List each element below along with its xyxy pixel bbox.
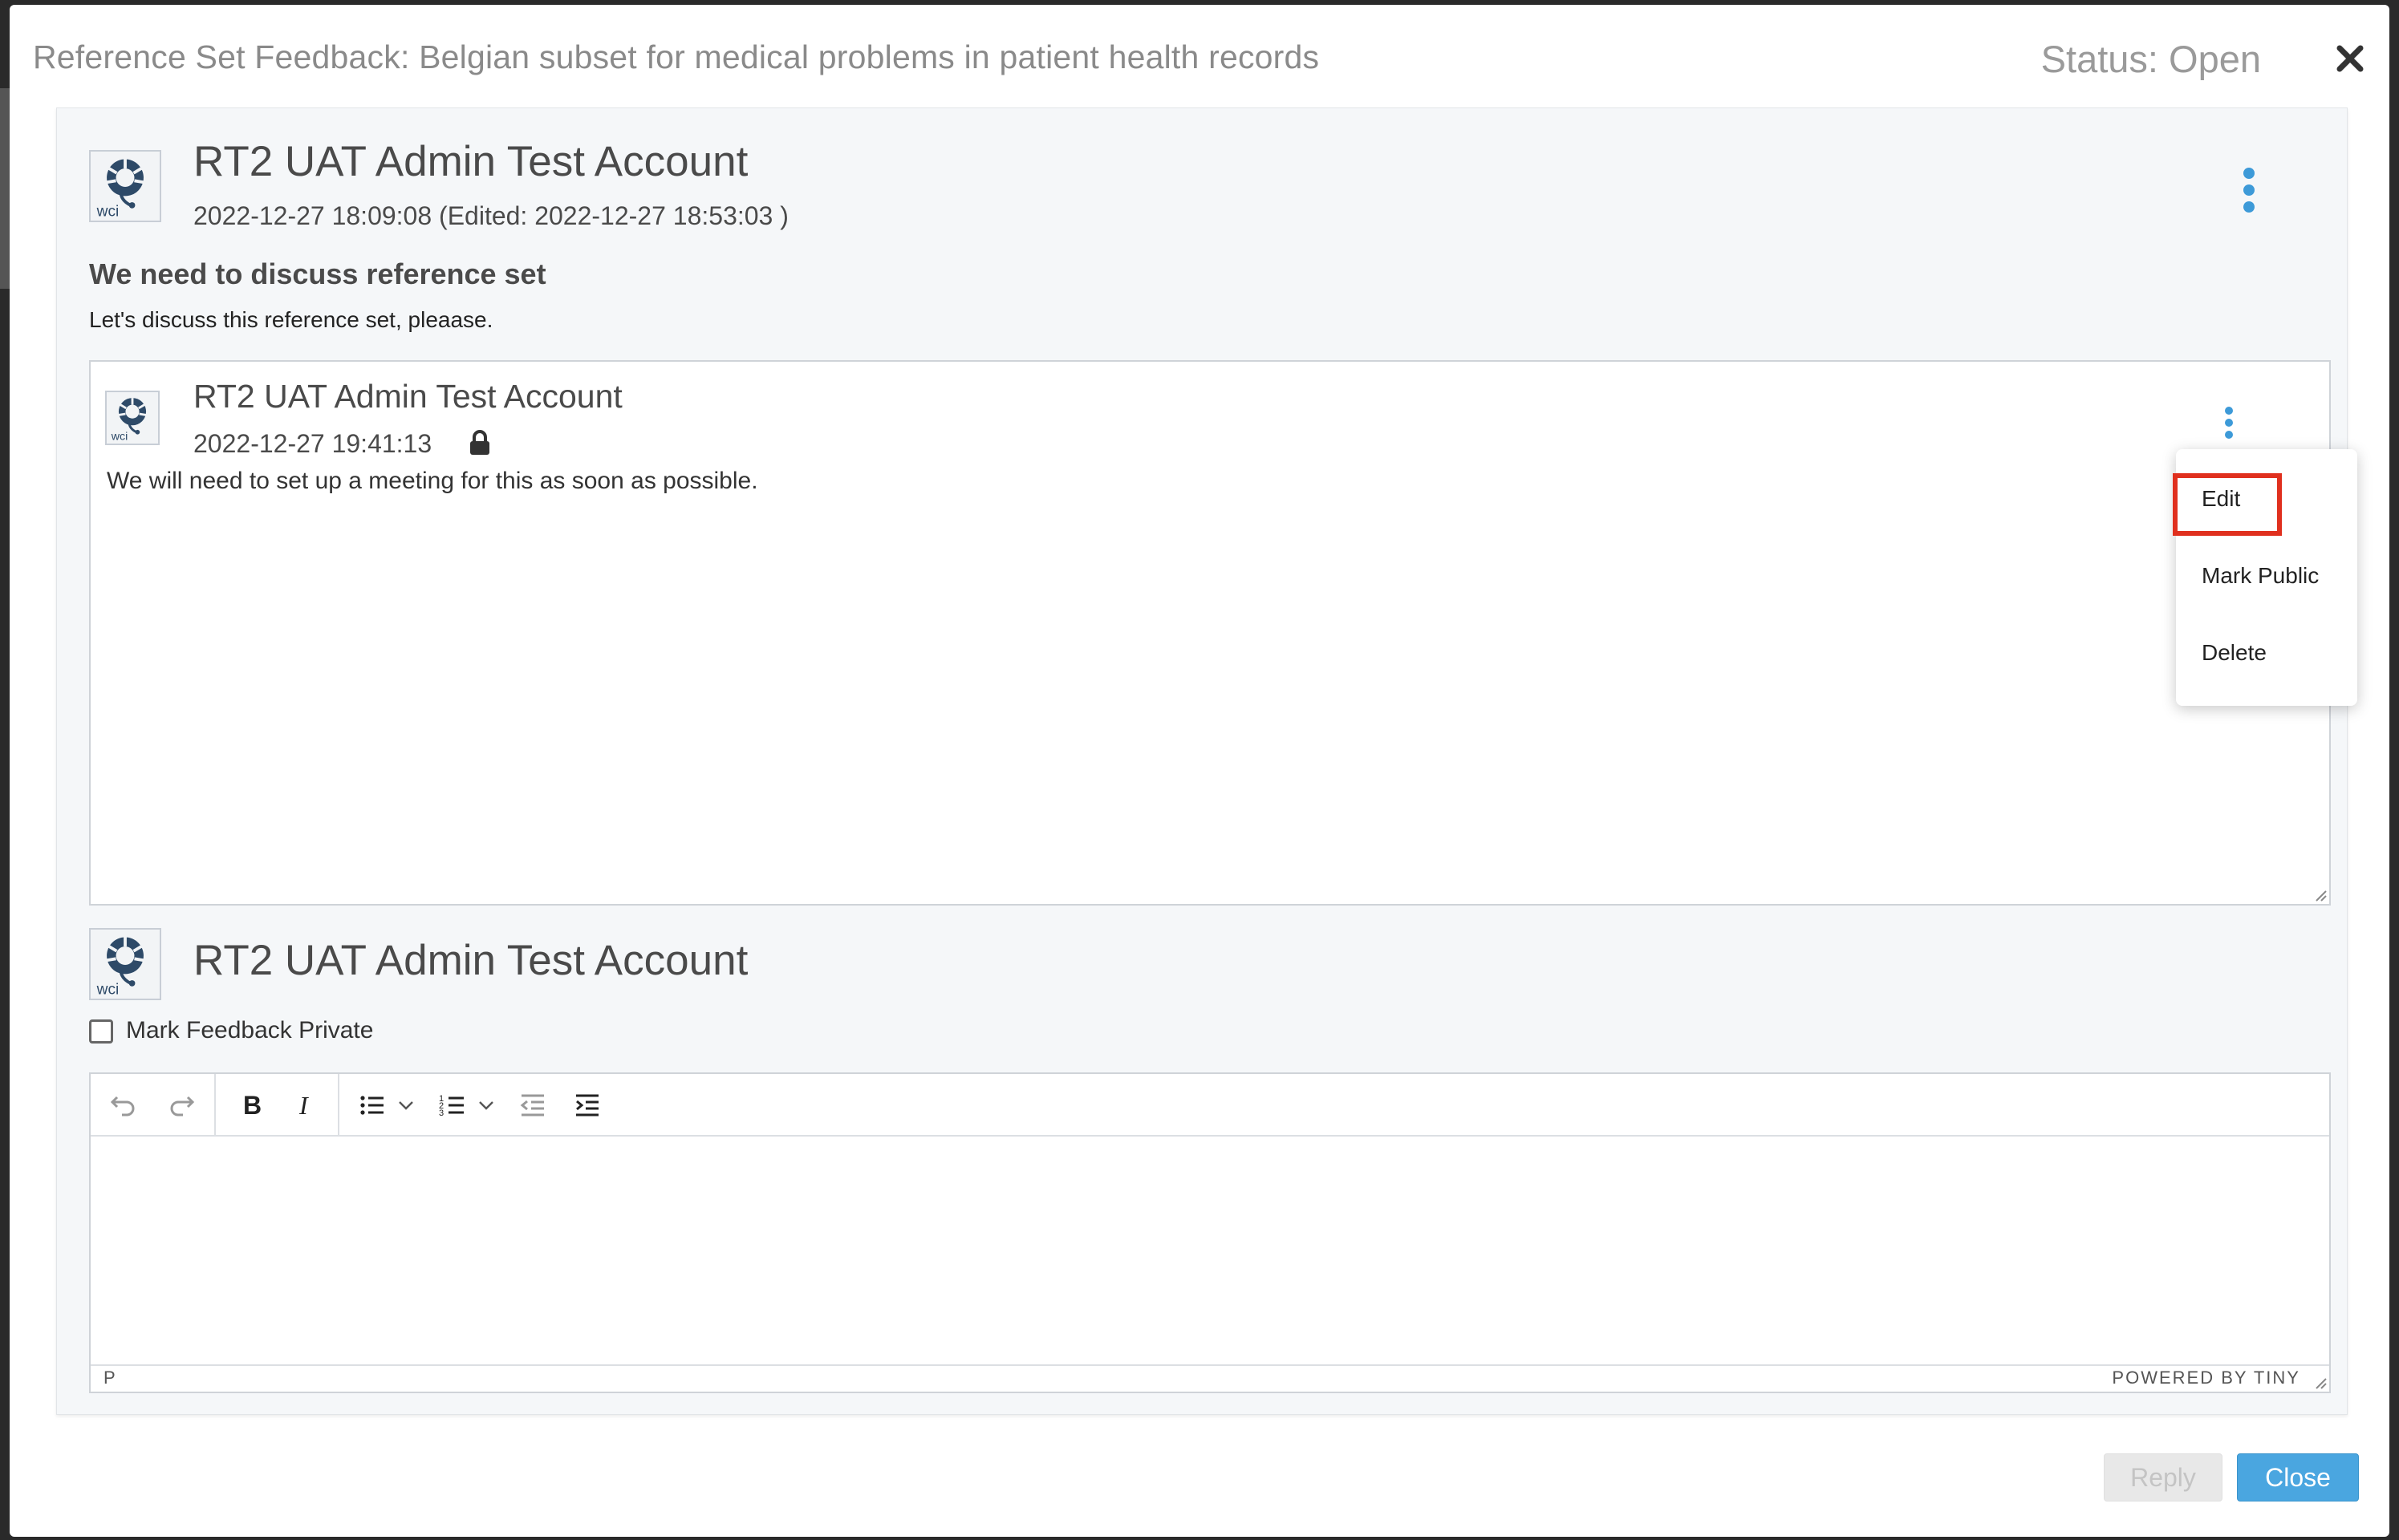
bullet-list-icon[interactable] xyxy=(351,1084,394,1127)
menu-item-delete[interactable]: Delete xyxy=(2202,640,2267,666)
avatar-logo-text: wci xyxy=(111,431,128,444)
reply-timestamp: 2022-12-27 19:41:13 xyxy=(193,429,432,458)
wci-logo-icon: wci xyxy=(111,398,147,444)
mark-private-checkbox[interactable] xyxy=(89,1019,113,1044)
svg-text:B: B xyxy=(243,1091,262,1120)
compose-author-name: RT2 UAT Admin Test Account xyxy=(193,937,749,984)
close-button[interactable]: Close xyxy=(2237,1453,2359,1502)
editor-toolbar: B I 1 2 3 xyxy=(91,1074,2329,1137)
redo-icon[interactable] xyxy=(160,1084,203,1127)
svg-text:I: I xyxy=(298,1091,309,1120)
wci-logo-icon: wci xyxy=(96,937,144,998)
feedback-timestamp: 2022-12-27 18:09:08 (Edited: 2022-12-27 … xyxy=(193,201,789,230)
feedback-more-options-icon[interactable] xyxy=(2239,168,2259,213)
feedback-subject: We need to discuss reference set xyxy=(89,257,546,290)
indent-icon[interactable] xyxy=(566,1084,609,1127)
toolbar-divider xyxy=(338,1074,339,1137)
editor-statusbar: P POWERED BY TINY xyxy=(91,1364,2329,1392)
resize-handle-icon[interactable] xyxy=(2313,1376,2328,1390)
avatar-logo-text: wci xyxy=(96,203,120,220)
undo-icon[interactable] xyxy=(102,1084,145,1127)
rich-text-editor: B I 1 2 3 P POWERED BY TINY xyxy=(89,1072,2331,1393)
reply-author-name: RT2 UAT Admin Test Account xyxy=(193,378,623,415)
reply-button[interactable]: Reply xyxy=(2104,1453,2222,1502)
wci-logo-icon: wci xyxy=(96,159,144,220)
mark-private-label[interactable]: Mark Feedback Private xyxy=(126,1017,373,1044)
close-icon[interactable] xyxy=(2330,38,2370,79)
reply-more-options-icon[interactable] xyxy=(2223,407,2235,439)
menu-item-mark-public[interactable]: Mark Public xyxy=(2202,563,2319,589)
author-avatar: wci xyxy=(89,150,161,222)
avatar-logo-text: wci xyxy=(96,981,120,998)
reply-container[interactable]: wci RT2 UAT Admin Test Account 2022-12-2… xyxy=(89,360,2331,906)
status-label: Status: Open xyxy=(2040,38,2261,80)
modal-title: Reference Set Feedback: Belgian subset f… xyxy=(33,38,1320,75)
compose-author-avatar: wci xyxy=(89,928,161,1000)
chevron-down-icon[interactable] xyxy=(476,1095,497,1116)
feedback-thread-panel: wci RT2 UAT Admin Test Account 2022-12-2… xyxy=(56,107,2348,1415)
resize-handle-icon[interactable] xyxy=(2313,888,2328,902)
numbered-list-icon[interactable]: 1 2 3 xyxy=(431,1084,474,1127)
feedback-author-name: RT2 UAT Admin Test Account xyxy=(193,138,749,185)
feedback-body: Let's discuss this reference set, pleaas… xyxy=(89,307,493,332)
chevron-down-icon[interactable] xyxy=(396,1095,416,1116)
editor-content-area[interactable] xyxy=(91,1137,2329,1366)
svg-text:3: 3 xyxy=(439,1108,444,1118)
reply-body: We will need to set up a meeting for thi… xyxy=(107,468,758,494)
reply-author-avatar: wci xyxy=(105,391,160,445)
outdent-icon[interactable] xyxy=(511,1084,554,1127)
element-path[interactable]: P xyxy=(104,1368,116,1388)
italic-icon[interactable]: I xyxy=(283,1084,327,1127)
edit-highlight-box xyxy=(2173,473,2282,536)
bold-icon[interactable]: B xyxy=(229,1084,272,1127)
powered-by-link[interactable]: POWERED BY TINY xyxy=(2112,1368,2300,1388)
toolbar-divider xyxy=(214,1074,216,1137)
lock-icon xyxy=(468,429,492,456)
feedback-modal: Reference Set Feedback: Belgian subset f… xyxy=(10,5,2389,1537)
